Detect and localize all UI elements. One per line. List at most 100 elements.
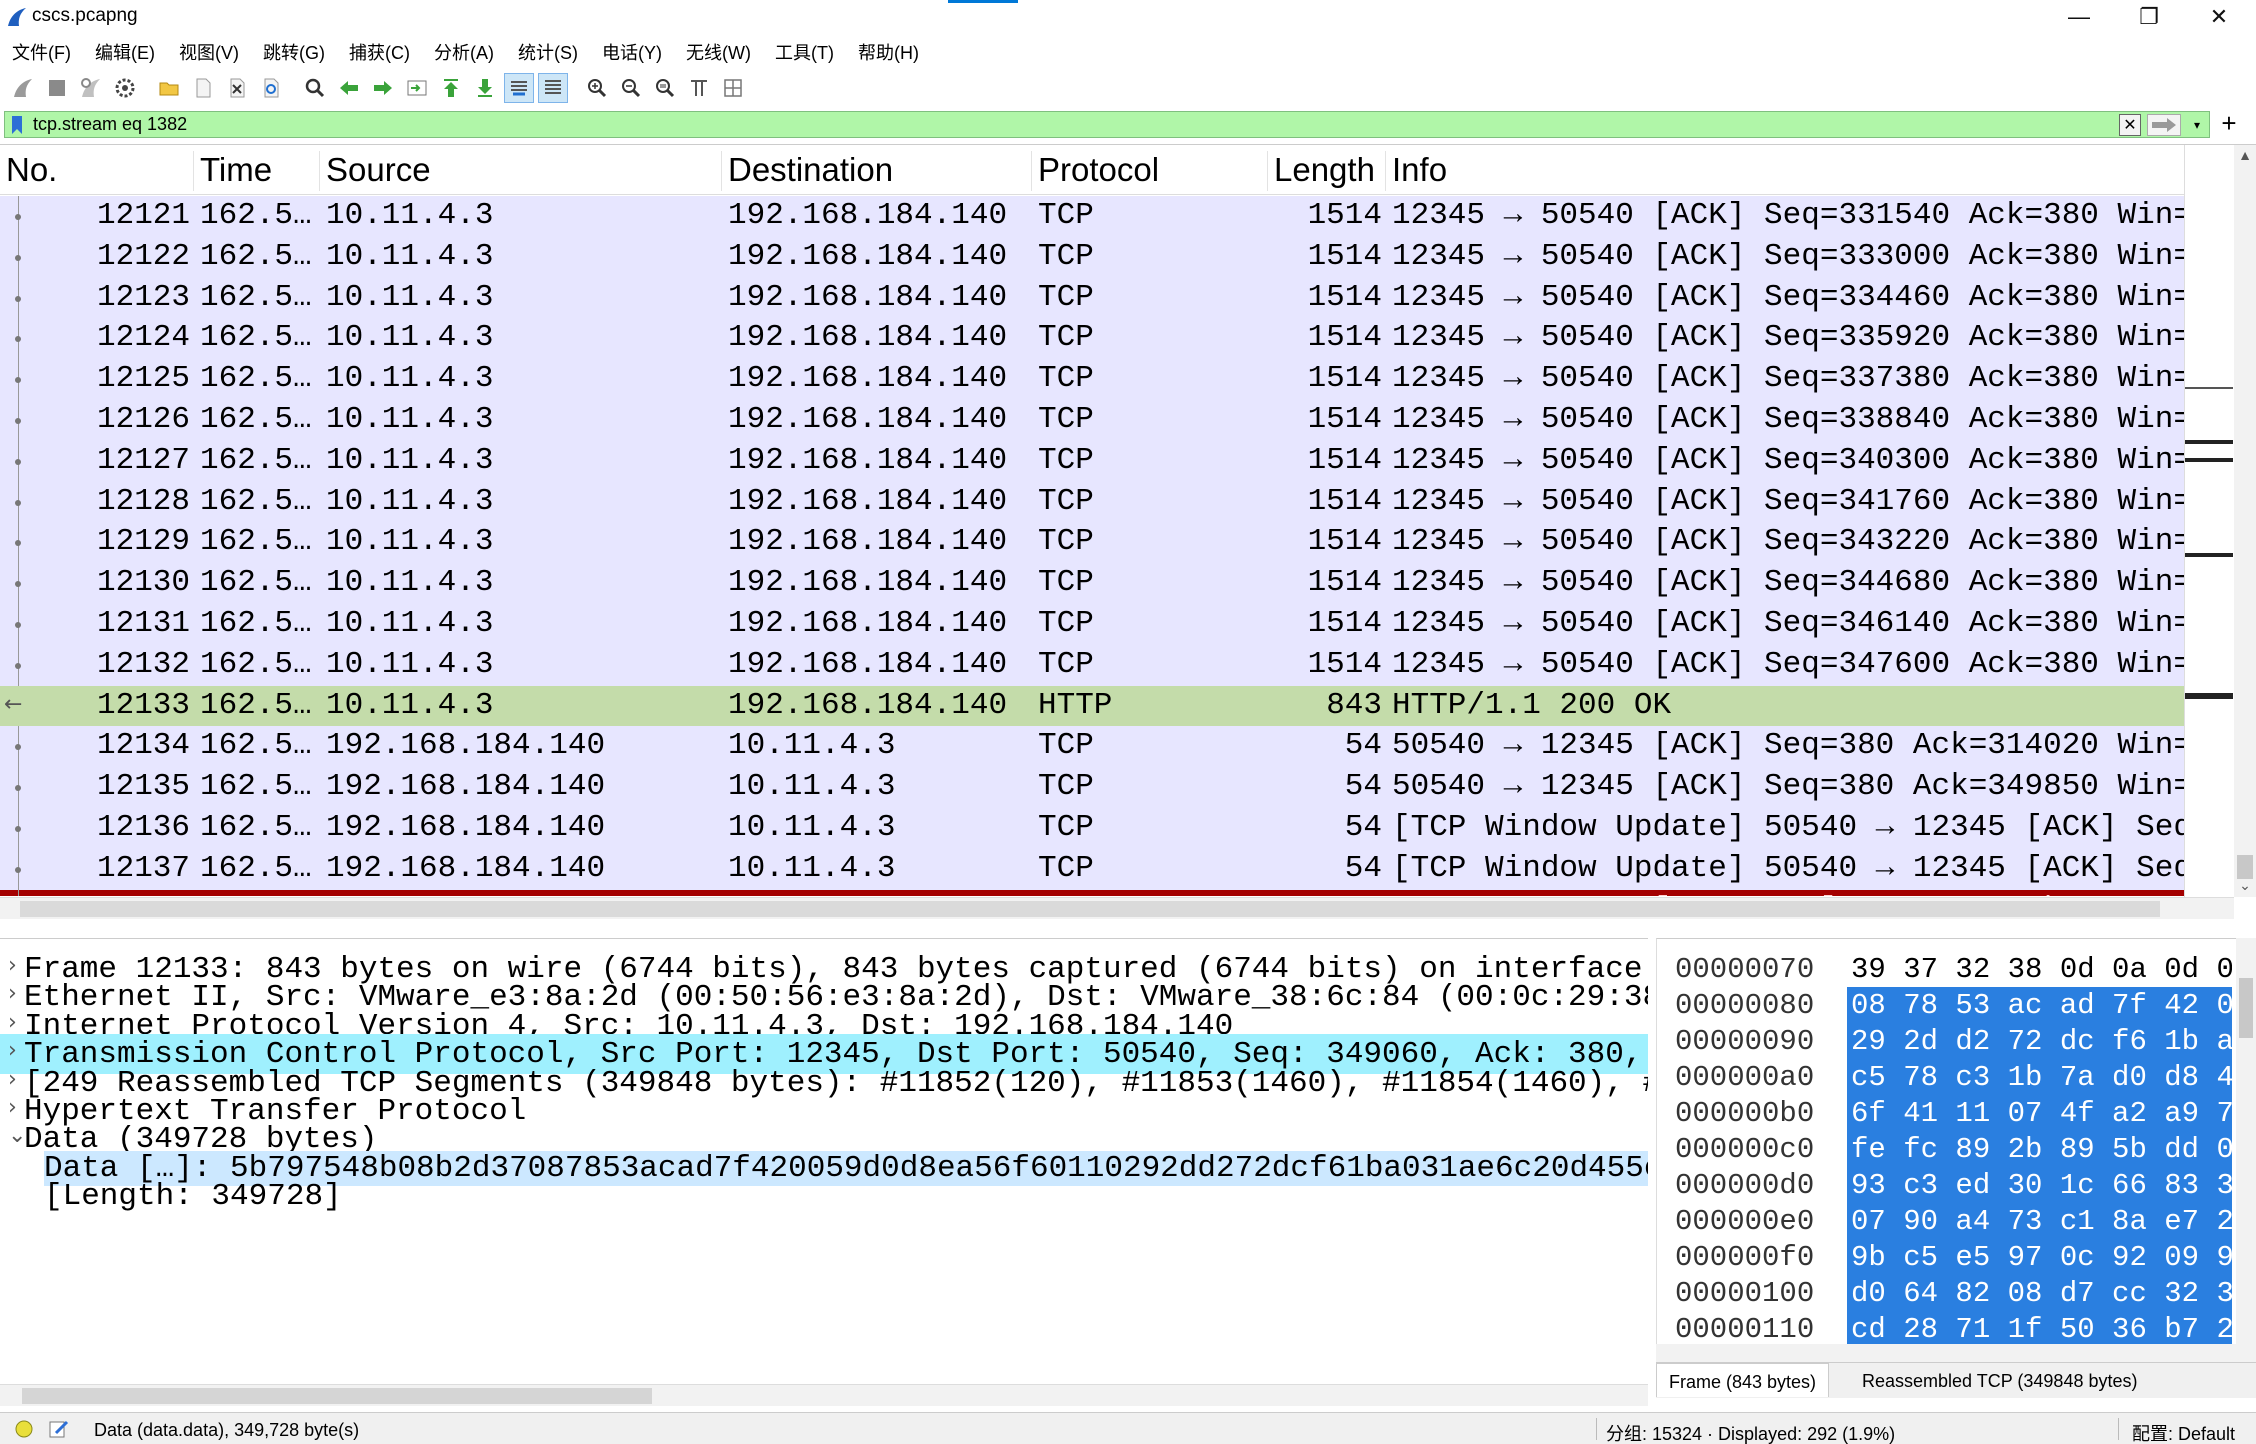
packet-row[interactable]: 12132 162.5… 10.11.4.3 192.168.184.140 TCP 15… xyxy=(0,644,2184,686)
chevron-right-icon[interactable]: › xyxy=(8,1067,17,1092)
column-header-length[interactable]: Length xyxy=(1268,151,1386,191)
scroll-down-icon[interactable]: ⌄ xyxy=(2237,877,2253,894)
column-header-info[interactable]: Info xyxy=(1386,151,2184,191)
bytes-row[interactable]: 00000070 39 37 32 38 0d 0a 0d 0 xyxy=(1657,951,2256,987)
bytes-vertical-scrollbar[interactable] xyxy=(2236,938,2256,1362)
auto-scroll-button[interactable] xyxy=(504,73,534,103)
menu-analyze[interactable]: 分析(A) xyxy=(422,36,506,66)
normal-size-button[interactable] xyxy=(650,73,680,103)
packet-row[interactable]: 12135 162.5… 192.168.184.140 10.11.4.3 TCP 54… xyxy=(0,767,2184,808)
go-first-packet-button[interactable] xyxy=(436,73,466,103)
bytes-row[interactable]: 00000100 d0 64 82 08 d7 cc 32 3 xyxy=(1657,1275,2256,1311)
bytes-hex[interactable]: 39 37 32 38 0d 0a 0d 0 xyxy=(1847,951,2232,987)
restore-button[interactable]: ❐ xyxy=(2114,0,2184,34)
bytes-hex[interactable]: 93 c3 ed 30 1c 66 83 3 xyxy=(1847,1167,2232,1203)
stop-capture-button[interactable] xyxy=(42,73,72,103)
column-header-destination[interactable]: Destination xyxy=(722,151,1032,191)
layout-button[interactable] xyxy=(718,73,748,103)
close-button[interactable]: ✕ xyxy=(2184,0,2254,34)
go-back-button[interactable] xyxy=(334,73,364,103)
bytes-hex[interactable]: c5 78 c3 1b 7a d0 d8 4 xyxy=(1847,1059,2232,1095)
apply-filter-button[interactable] xyxy=(2147,114,2181,136)
menu-edit[interactable]: 编辑(E) xyxy=(83,36,167,66)
filter-history-dropdown[interactable]: ▾ xyxy=(2187,114,2207,136)
bytes-row[interactable]: 00000090 29 2d d2 72 dc f6 1b a xyxy=(1657,1023,2256,1059)
go-to-packet-button[interactable] xyxy=(402,73,432,103)
clear-filter-button[interactable]: ✕ xyxy=(2119,114,2141,136)
capture-options-button[interactable] xyxy=(110,73,140,103)
zoom-out-button[interactable] xyxy=(616,73,646,103)
packet-list-horizontal-scrollbar[interactable] xyxy=(0,897,2234,919)
scroll-up-icon[interactable]: ▲ xyxy=(2237,147,2253,163)
start-capture-button[interactable] xyxy=(8,73,38,103)
bytes-hex[interactable]: cd 28 71 1f 50 36 b7 2 xyxy=(1847,1311,2232,1347)
colorize-button[interactable] xyxy=(538,73,568,103)
bytes-row[interactable]: 000000c0 fe fc 89 2b 89 5b dd 0 xyxy=(1657,1131,2256,1167)
scroll-thumb[interactable] xyxy=(22,1388,652,1404)
packet-row[interactable]: 12126 162.5… 10.11.4.3 192.168.184.140 TCP 15… xyxy=(0,400,2184,441)
display-filter-input[interactable] xyxy=(33,114,2113,135)
bytes-hex[interactable]: 08 78 53 ac ad 7f 42 0 xyxy=(1847,987,2232,1023)
tab-reassembled-tcp[interactable]: Reassembled TCP (349848 bytes) xyxy=(1850,1363,2149,1397)
menu-capture[interactable]: 捕获(C) xyxy=(337,36,422,66)
bytes-row[interactable]: 000000d0 93 c3 ed 30 1c 66 83 3 xyxy=(1657,1167,2256,1203)
scroll-thumb[interactable] xyxy=(2237,855,2253,879)
restart-capture-button[interactable] xyxy=(76,73,106,103)
menu-wireless[interactable]: 无线(W) xyxy=(674,36,763,66)
bytes-hex[interactable]: 29 2d d2 72 dc f6 1b a xyxy=(1847,1023,2232,1059)
packet-row[interactable]: 12128 162.5… 10.11.4.3 192.168.184.140 TCP 15… xyxy=(0,481,2184,523)
detail-row[interactable]: [Length: 349728] xyxy=(0,1176,1648,1216)
column-header-no[interactable]: No. xyxy=(0,151,194,191)
bytes-horizontal-scrollbar[interactable] xyxy=(1656,1344,2236,1362)
resize-columns-button[interactable] xyxy=(684,73,714,103)
edit-comment-icon[interactable] xyxy=(48,1419,70,1439)
go-forward-button[interactable] xyxy=(368,73,398,103)
packet-row[interactable]: 12137 162.5… 192.168.184.140 10.11.4.3 TCP 54… xyxy=(0,848,2184,890)
bytes-row[interactable]: 000000a0 c5 78 c3 1b 7a d0 d8 4 xyxy=(1657,1059,2256,1095)
bytes-row[interactable]: 000000f0 9b c5 e5 97 0c 92 09 9 xyxy=(1657,1239,2256,1275)
menu-tools[interactable]: 工具(T) xyxy=(763,36,846,66)
bytes-hex[interactable]: d0 64 82 08 d7 cc 32 3 xyxy=(1847,1275,2232,1311)
bytes-hex[interactable]: 07 90 a4 73 c1 8a e7 2 xyxy=(1847,1203,2232,1239)
find-packet-button[interactable] xyxy=(300,73,330,103)
packet-row[interactable]: 12136 162.5… 192.168.184.140 10.11.4.3 TCP 54… xyxy=(0,808,2184,849)
menu-view[interactable]: 视图(V) xyxy=(167,36,251,66)
go-last-packet-button[interactable] xyxy=(470,73,500,103)
packet-row[interactable]: 12121 162.5… 10.11.4.3 192.168.184.140 TCP 15… xyxy=(0,196,2184,237)
bytes-row[interactable]: 000000b0 6f 41 11 07 4f a2 a9 7 xyxy=(1657,1095,2256,1131)
packet-row[interactable]: 12134 162.5… 192.168.184.140 10.11.4.3 TCP 54… xyxy=(0,726,2184,768)
packet-row[interactable]: 12127 162.5… 10.11.4.3 192.168.184.140 TCP 15… xyxy=(0,440,2184,482)
chevron-right-icon[interactable]: › xyxy=(8,953,17,978)
menu-file[interactable]: 文件(F) xyxy=(0,36,83,66)
bytes-hex[interactable]: 9b c5 e5 97 0c 92 09 9 xyxy=(1847,1239,2232,1275)
packet-row[interactable]: 12123 162.5… 10.11.4.3 192.168.184.140 TCP 15… xyxy=(0,277,2184,319)
chevron-right-icon[interactable]: › xyxy=(8,1038,17,1063)
bytes-row[interactable]: 00000080 08 78 53 ac ad 7f 42 0 xyxy=(1657,987,2256,1023)
column-header-time[interactable]: Time xyxy=(194,151,320,191)
expert-info-icon[interactable] xyxy=(14,1419,34,1439)
bytes-row[interactable]: 00000110 cd 28 71 1f 50 36 b7 2 xyxy=(1657,1311,2256,1347)
reload-file-button[interactable] xyxy=(256,73,286,103)
packet-row[interactable]: 12131 162.5… 10.11.4.3 192.168.184.140 TCP 15… xyxy=(0,604,2184,645)
menu-statistics[interactable]: 统计(S) xyxy=(506,36,590,66)
menu-telephony[interactable]: 电话(Y) xyxy=(590,36,674,66)
packet-row[interactable]: 12122 162.5… 10.11.4.3 192.168.184.140 TCP 15… xyxy=(0,236,2184,278)
chevron-right-icon[interactable]: › xyxy=(8,981,17,1006)
tab-frame-bytes[interactable]: Frame (843 bytes) xyxy=(1656,1363,1830,1397)
packet-row[interactable]: 12124 162.5… 10.11.4.3 192.168.184.140 TCP 15… xyxy=(0,318,2184,360)
bytes-hex[interactable]: 6f 41 11 07 4f a2 a9 7 xyxy=(1847,1095,2232,1131)
packet-row[interactable]: ← 12133 162.5… 10.11.4.3 192.168.184.140 HTTP… xyxy=(0,685,2184,727)
chevron-right-icon[interactable]: › xyxy=(8,1010,17,1035)
profile-status[interactable]: 配置: Default xyxy=(2132,1420,2235,1444)
packet-row[interactable]: 12129 162.5… 10.11.4.3 192.168.184.140 TCP 15… xyxy=(0,522,2184,564)
close-file-button[interactable] xyxy=(222,73,252,103)
bytes-row[interactable]: 000000e0 07 90 a4 73 c1 8a e7 2 xyxy=(1657,1203,2256,1239)
packet-row[interactable]: 12130 162.5… 10.11.4.3 192.168.184.140 TCP 15… xyxy=(0,563,2184,604)
zoom-in-button[interactable] xyxy=(582,73,612,103)
bytes-hex[interactable]: fe fc 89 2b 89 5b dd 0 xyxy=(1847,1131,2232,1167)
add-filter-button[interactable]: + xyxy=(2214,108,2244,138)
column-header-source[interactable]: Source xyxy=(320,151,722,191)
packet-list-vertical-scrollbar[interactable]: ▲ ⌄ xyxy=(2234,145,2256,897)
menu-help[interactable]: 帮助(H) xyxy=(846,36,931,66)
minimize-button[interactable]: — xyxy=(2044,0,2114,34)
